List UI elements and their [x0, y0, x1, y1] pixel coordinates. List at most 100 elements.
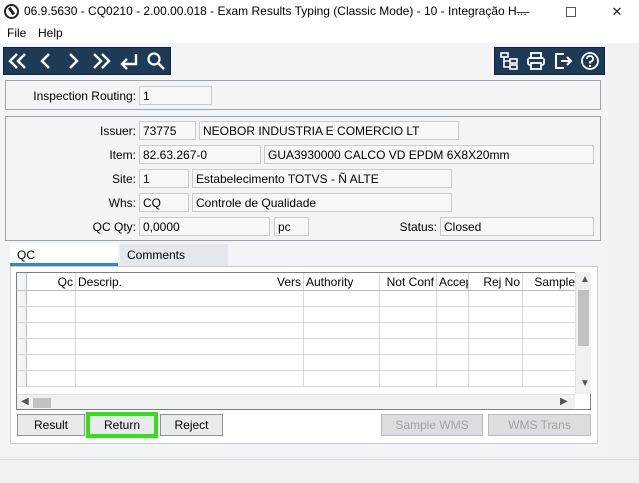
close-button[interactable]: ✕ [594, 0, 639, 23]
tab-qc[interactable]: QC [10, 244, 118, 266]
column-header-version[interactable]: Vers [246, 273, 304, 290]
menu-file[interactable]: File [7, 26, 26, 40]
wms-trans-button[interactable]: WMS Trans [488, 414, 591, 436]
grid-cell[interactable] [469, 323, 523, 338]
grid-cell[interactable] [304, 307, 380, 322]
grid-cell[interactable] [76, 291, 304, 306]
grid-cell[interactable] [304, 323, 380, 338]
row-selector[interactable] [17, 339, 27, 354]
minimize-button[interactable]: — [500, 0, 546, 23]
table-row[interactable] [17, 371, 577, 387]
table-row[interactable] [17, 291, 577, 307]
reject-button[interactable]: Reject [160, 414, 223, 436]
grid-cell[interactable] [76, 307, 304, 322]
grid-cell[interactable] [437, 307, 469, 322]
row-selector[interactable] [17, 307, 27, 322]
scroll-down-icon[interactable]: ▼ [580, 378, 590, 389]
issuer-code-field[interactable]: 73775 [139, 121, 196, 140]
row-selector[interactable] [17, 355, 27, 370]
column-header-sample[interactable]: Sample [523, 273, 577, 290]
sample-wms-button[interactable]: Sample WMS [381, 414, 483, 436]
return-icon[interactable] [115, 48, 143, 74]
grid-cell[interactable] [523, 291, 577, 306]
grid-cell[interactable] [523, 323, 577, 338]
item-label: Item: [109, 148, 136, 162]
table-row[interactable] [17, 339, 577, 355]
column-header-rej-no[interactable]: Rej No [469, 273, 523, 290]
grid-cell[interactable] [28, 339, 76, 354]
help-icon[interactable] [577, 48, 604, 74]
column-header-accept[interactable]: Accept [437, 273, 469, 290]
table-row[interactable] [17, 323, 577, 339]
grid-cell[interactable] [76, 339, 304, 354]
inspection-routing-field[interactable]: 1 [139, 86, 212, 105]
print-icon[interactable] [522, 48, 549, 74]
result-button[interactable]: Result [17, 414, 85, 436]
site-code-field[interactable]: 1 [139, 169, 189, 188]
grid-cell[interactable] [304, 339, 380, 354]
previous-record-icon[interactable] [32, 48, 60, 74]
vertical-scroll-thumb[interactable] [578, 290, 589, 346]
qc-qty-label: QC Qty: [92, 220, 136, 234]
search-icon[interactable] [142, 48, 170, 74]
horizontal-scroll-thumb[interactable] [33, 398, 51, 408]
table-row[interactable] [17, 355, 577, 371]
grid-cell[interactable] [523, 307, 577, 322]
grid-cell[interactable] [523, 371, 577, 386]
next-record-icon[interactable] [59, 48, 87, 74]
grid-cell[interactable] [28, 355, 76, 370]
site-name-field: Estabelecimento TOTVS - Ñ ALTE [192, 169, 452, 188]
last-record-icon[interactable] [87, 48, 115, 74]
grid-cell[interactable] [469, 307, 523, 322]
column-header-not-conf[interactable]: Not Conf [380, 273, 437, 290]
item-code-field[interactable]: 82.63.267-0 [139, 145, 261, 164]
column-header-qc[interactable]: Qc [28, 273, 76, 290]
grid-cell[interactable] [437, 339, 469, 354]
grid-cell[interactable] [523, 355, 577, 370]
maximize-button[interactable] [548, 0, 594, 23]
grid-cell[interactable] [380, 291, 437, 306]
grid-cell[interactable] [304, 355, 380, 370]
grid-cell[interactable] [28, 323, 76, 338]
menu-help[interactable]: Help [38, 26, 63, 40]
table-row[interactable] [17, 307, 577, 323]
row-selector[interactable] [17, 323, 27, 338]
grid-cell[interactable] [28, 291, 76, 306]
grid-cell[interactable] [469, 339, 523, 354]
horizontal-scrollbar[interactable]: ◀ ▶ [17, 394, 575, 409]
grid-cell[interactable] [437, 323, 469, 338]
grid-cell[interactable] [304, 291, 380, 306]
grid-cell[interactable] [28, 307, 76, 322]
grid-cell[interactable] [76, 323, 304, 338]
grid-cell[interactable] [469, 355, 523, 370]
grid-cell[interactable] [76, 355, 304, 370]
column-header-authority[interactable]: Authority [304, 273, 380, 290]
exit-icon[interactable] [550, 48, 577, 74]
grid-cell[interactable] [437, 291, 469, 306]
row-selector[interactable] [17, 371, 27, 386]
grid-cell[interactable] [469, 291, 523, 306]
grid-cell[interactable] [437, 355, 469, 370]
grid-cell[interactable] [380, 323, 437, 338]
tab-comments[interactable]: Comments [120, 244, 228, 266]
grid-cell[interactable] [469, 371, 523, 386]
scroll-up-icon[interactable]: ▲ [580, 274, 590, 285]
first-record-icon[interactable] [4, 48, 32, 74]
tree-icon[interactable] [495, 48, 522, 74]
scroll-right-icon[interactable]: ▶ [560, 396, 568, 407]
grid-cell[interactable] [380, 307, 437, 322]
grid-cell[interactable] [76, 371, 304, 386]
vertical-scrollbar[interactable]: ▲ ▼ [575, 272, 591, 394]
return-button[interactable]: Return [86, 412, 158, 438]
whs-code-field[interactable]: CQ [139, 193, 189, 212]
grid-cell[interactable] [380, 339, 437, 354]
row-selector[interactable] [17, 291, 27, 306]
scroll-left-icon[interactable]: ◀ [21, 396, 29, 407]
grid-cell[interactable] [380, 371, 437, 386]
grid-cell[interactable] [28, 371, 76, 386]
grid-cell[interactable] [437, 371, 469, 386]
grid-cell[interactable] [523, 339, 577, 354]
grid-cell[interactable] [380, 355, 437, 370]
grid-cell[interactable] [304, 371, 380, 386]
qc-results-grid[interactable]: Qc Descrip. Vers Authority Not Conf Acce… [16, 272, 591, 410]
